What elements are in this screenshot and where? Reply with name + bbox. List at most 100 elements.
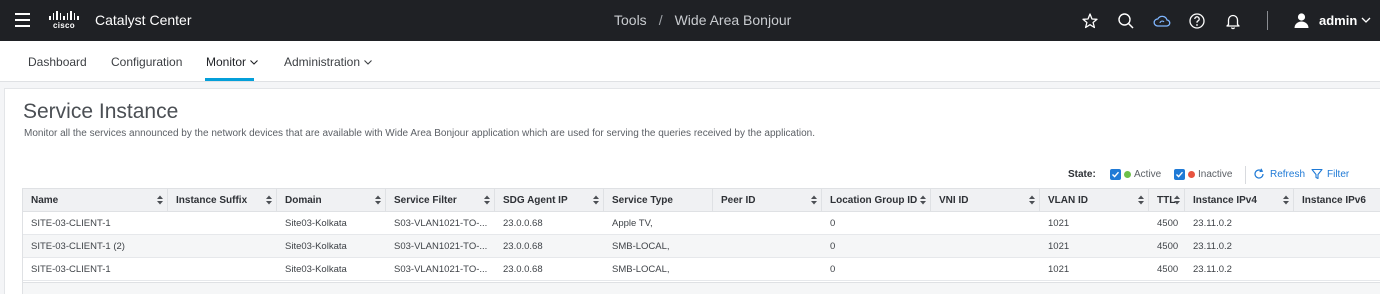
refresh-button[interactable]: Refresh	[1270, 169, 1305, 180]
filter-button[interactable]: Filter	[1327, 169, 1349, 180]
column-header[interactable]: TTL	[1149, 189, 1185, 211]
column-header[interactable]: Service Type	[604, 189, 713, 211]
bell-icon[interactable]	[1224, 12, 1242, 30]
table-cell: 1021	[1048, 264, 1070, 275]
table-cell: Apple TV,	[612, 218, 653, 229]
menu-icon[interactable]	[15, 13, 30, 27]
sort-icon[interactable]	[375, 195, 381, 205]
table-cell	[168, 212, 277, 234]
nav-administration-label: Administration	[284, 55, 361, 69]
column-header-label: SDG Agent IP	[503, 195, 568, 206]
column-header-label: VNI ID	[939, 195, 969, 206]
table-row[interactable]: SITE-03-CLIENT-1 Site03-Kolkata S03-VLAN10…	[23, 212, 1380, 235]
sort-icon[interactable]	[920, 195, 926, 205]
table-row[interactable]: SITE-03-CLIENT-1 Site03-Kolkata S03-VLAN10…	[23, 258, 1380, 281]
chevron-down-icon	[250, 60, 258, 66]
table-cell: 0	[830, 218, 836, 229]
page-title: Service Instance	[23, 100, 179, 123]
column-header-label: TTL	[1157, 195, 1176, 206]
column-header-label: Name	[31, 195, 59, 206]
table-cell: 23.11.0.2	[1193, 241, 1232, 252]
table-cell: 4500	[1157, 218, 1179, 229]
breadcrumb-current: Wide Area Bonjour	[674, 12, 792, 28]
service-instance-table: Name Instance Suffix Domain Service Filter S…	[22, 188, 1380, 294]
nav-configuration[interactable]: Configuration	[111, 55, 182, 69]
cloud-sync-icon[interactable]	[1153, 12, 1171, 30]
inactive-label: Inactive	[1198, 169, 1233, 180]
sort-icon[interactable]	[266, 195, 272, 205]
active-label: Active	[1134, 169, 1162, 180]
breadcrumb: Tools / Wide Area Bonjour	[614, 12, 791, 28]
nav-administration[interactable]: Administration	[284, 55, 372, 69]
refresh-icon[interactable]	[1253, 168, 1265, 180]
inactive-checkbox[interactable]	[1174, 169, 1185, 180]
toolbar-divider	[1245, 166, 1246, 184]
state-label: State:	[1068, 169, 1096, 180]
table-cell: Site03-Kolkata	[285, 241, 347, 252]
table-cell: 0	[830, 241, 836, 252]
table-cell: 0	[830, 264, 836, 275]
table-cell: 4500	[1157, 264, 1179, 275]
sort-icon[interactable]	[1283, 195, 1289, 205]
breadcrumb-separator: /	[658, 12, 663, 28]
active-status-dot	[1124, 171, 1131, 178]
sort-icon[interactable]	[1138, 195, 1144, 205]
sort-icon[interactable]	[811, 195, 817, 205]
sort-icon[interactable]	[593, 195, 599, 205]
help-icon[interactable]	[1188, 12, 1206, 30]
table-cell: 23.11.0.2	[1193, 264, 1232, 275]
table-cell: 23.0.0.68	[503, 264, 543, 275]
active-checkbox[interactable]	[1110, 169, 1121, 180]
nav-dashboard[interactable]: Dashboard	[28, 55, 87, 69]
table-row[interactable]: SITE-03-CLIENT-1 (2) Site03-Kolkata S03-VL…	[23, 235, 1380, 258]
sort-icon[interactable]	[1174, 195, 1180, 205]
column-header[interactable]: SDG Agent IP	[495, 189, 604, 211]
column-header[interactable]: Instance Suffix	[168, 189, 277, 211]
breadcrumb-tools[interactable]: Tools	[614, 12, 647, 28]
table-cell	[931, 258, 1040, 280]
table-cell	[1294, 258, 1380, 280]
column-header[interactable]: Service Filter	[386, 189, 495, 211]
column-header[interactable]: Domain	[277, 189, 386, 211]
nav-monitor-label: Monitor	[206, 55, 247, 69]
column-header[interactable]: Instance IPv4	[1185, 189, 1294, 211]
table-cell: 1021	[1048, 218, 1070, 229]
table-cell	[931, 235, 1040, 257]
sort-icon[interactable]	[484, 195, 490, 205]
chevron-down-icon	[364, 60, 372, 66]
table-cell	[1294, 212, 1380, 234]
chevron-down-icon[interactable]	[1361, 15, 1371, 25]
table-cell: 23.0.0.68	[503, 241, 543, 252]
search-icon[interactable]	[1117, 12, 1135, 30]
user-name[interactable]: admin	[1319, 13, 1357, 28]
topbar-divider	[1267, 11, 1268, 30]
column-header[interactable]: Name	[23, 189, 168, 211]
table-cell: 4500	[1157, 241, 1179, 252]
table-cell	[713, 258, 822, 280]
filter-icon[interactable]	[1311, 168, 1323, 180]
table-cell: S03-VLAN1021-TO-...	[394, 218, 488, 229]
table-cell: Site03-Kolkata	[285, 264, 347, 275]
secondary-nav: Dashboard Configuration Monitor Administ…	[0, 41, 1380, 82]
column-header-label: Peer ID	[721, 195, 756, 206]
column-header[interactable]: Location Group ID	[822, 189, 931, 211]
content-panel: Service Instance Monitor all the service…	[4, 88, 1380, 294]
cisco-logo: cisco	[47, 11, 81, 31]
table-cell	[931, 212, 1040, 234]
column-header[interactable]: VNI ID	[931, 189, 1040, 211]
column-header[interactable]: VLAN ID	[1040, 189, 1149, 211]
column-header-label: Instance IPv4	[1193, 195, 1257, 206]
sort-icon[interactable]	[1029, 195, 1035, 205]
star-icon[interactable]	[1081, 12, 1099, 30]
column-header-label: Service Type	[612, 195, 673, 206]
table-cell	[713, 212, 822, 234]
column-header[interactable]: Peer ID	[713, 189, 822, 211]
column-header[interactable]: Instance IPv6	[1294, 189, 1380, 211]
table-cell	[168, 235, 277, 257]
column-header-label: Instance IPv6	[1302, 195, 1366, 206]
nav-monitor[interactable]: Monitor	[206, 55, 258, 69]
table-cell	[1294, 235, 1380, 257]
product-name: Catalyst Center	[95, 12, 192, 28]
user-icon[interactable]	[1294, 12, 1309, 28]
sort-icon[interactable]	[157, 195, 163, 205]
